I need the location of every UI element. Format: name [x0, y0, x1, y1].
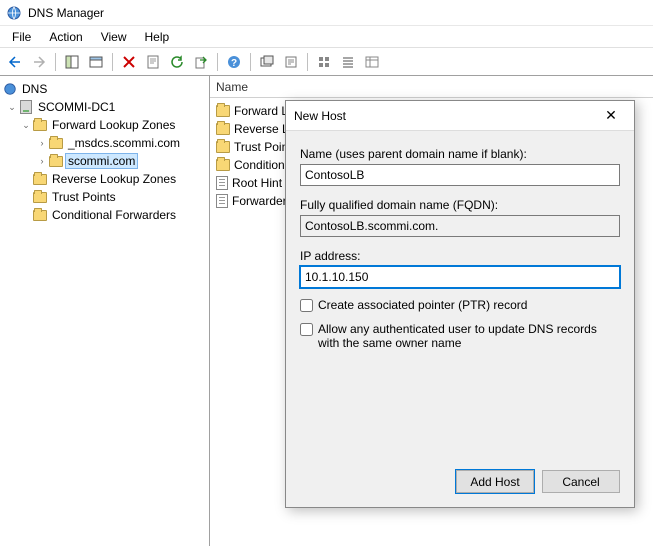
tree-label: Trust Points — [50, 190, 118, 204]
expand-toggle-icon[interactable]: ⌄ — [20, 120, 32, 131]
expand-toggle-icon[interactable]: › — [36, 138, 48, 148]
toolbar-delete[interactable] — [118, 51, 140, 73]
folder-icon — [216, 159, 230, 171]
titlebar: DNS Manager — [0, 0, 653, 26]
toolbar-list[interactable] — [337, 51, 359, 73]
tree-label: Conditional Forwarders — [50, 208, 178, 222]
tree-reverse-zones[interactable]: Reverse Lookup Zones — [2, 170, 207, 188]
tree-zone-msdcs[interactable]: › _msdcs.scommi.com — [2, 134, 207, 152]
toolbar-large-icons[interactable] — [313, 51, 335, 73]
add-host-button[interactable]: Add Host — [456, 470, 534, 493]
name-label: Name (uses parent domain name if blank): — [300, 147, 620, 161]
folder-icon — [48, 135, 64, 151]
tree-label: SCOMMI-DC1 — [36, 100, 117, 114]
menu-help[interactable]: Help — [137, 28, 178, 46]
fqdn-input — [300, 215, 620, 237]
dialog-title: New Host — [294, 109, 346, 123]
dns-app-icon — [6, 5, 22, 21]
name-input[interactable] — [300, 164, 620, 186]
folder-icon — [48, 153, 64, 169]
menubar: File Action View Help — [0, 26, 653, 48]
folder-icon — [216, 141, 230, 153]
tree-label: Reverse Lookup Zones — [50, 172, 178, 186]
toolbar-help[interactable]: ? — [223, 51, 245, 73]
tree-label: _msdcs.scommi.com — [66, 136, 182, 150]
new-host-dialog: New Host ✕ Name (uses parent domain name… — [285, 100, 635, 508]
cancel-button[interactable]: Cancel — [542, 470, 620, 493]
svg-text:?: ? — [231, 58, 237, 69]
toolbar-new-window[interactable] — [256, 51, 278, 73]
toolbar-properties-window[interactable] — [85, 51, 107, 73]
toolbar-export[interactable] — [190, 51, 212, 73]
list-column-name[interactable]: Name — [210, 76, 653, 98]
page-icon — [216, 194, 228, 208]
toolbar-back[interactable] — [4, 51, 26, 73]
expand-toggle-icon[interactable]: › — [36, 156, 48, 166]
menu-file[interactable]: File — [4, 28, 39, 46]
tree-conditional-forwarders[interactable]: Conditional Forwarders — [2, 206, 207, 224]
dns-icon — [2, 81, 18, 97]
toolbar-properties[interactable] — [142, 51, 164, 73]
allow-update-checkbox[interactable] — [300, 323, 313, 336]
ip-input[interactable] — [300, 266, 620, 288]
tree-root-dns[interactable]: DNS — [2, 80, 207, 98]
ptr-checkbox-label[interactable]: Create associated pointer (PTR) record — [318, 298, 527, 312]
folder-icon — [32, 117, 48, 133]
tree-pane: DNS ⌄ SCOMMI-DC1 ⌄ Forward Lookup Zones … — [0, 76, 210, 546]
toolbar: ? — [0, 48, 653, 76]
allow-update-checkbox-label[interactable]: Allow any authenticated user to update D… — [318, 322, 620, 350]
dialog-titlebar: New Host ✕ — [286, 101, 634, 131]
tree-forward-zones[interactable]: ⌄ Forward Lookup Zones — [2, 116, 207, 134]
expand-toggle-icon[interactable]: ⌄ — [6, 102, 18, 113]
close-button[interactable]: ✕ — [596, 105, 626, 127]
toolbar-show-hide-tree[interactable] — [61, 51, 83, 73]
menu-action[interactable]: Action — [41, 28, 90, 46]
tree-server[interactable]: ⌄ SCOMMI-DC1 — [2, 98, 207, 116]
close-icon: ✕ — [605, 107, 617, 124]
tree-zone-scommi[interactable]: › scommi.com — [2, 152, 207, 170]
server-icon — [18, 99, 34, 115]
toolbar-refresh[interactable] — [166, 51, 188, 73]
tree-trust-points[interactable]: Trust Points — [2, 188, 207, 206]
folder-icon — [216, 105, 230, 117]
window-title: DNS Manager — [28, 6, 104, 20]
tree-label: DNS — [20, 82, 49, 96]
tree-label: Forward Lookup Zones — [50, 118, 177, 132]
toolbar-filter[interactable] — [280, 51, 302, 73]
fqdn-label: Fully qualified domain name (FQDN): — [300, 198, 620, 212]
folder-icon — [32, 189, 48, 205]
ptr-checkbox[interactable] — [300, 299, 313, 312]
folder-icon — [32, 207, 48, 223]
toolbar-detail[interactable] — [361, 51, 383, 73]
folder-icon — [32, 171, 48, 187]
page-icon — [216, 176, 228, 190]
menu-view[interactable]: View — [93, 28, 135, 46]
ip-label: IP address: — [300, 249, 620, 263]
tree-label: scommi.com — [66, 154, 137, 168]
toolbar-forward[interactable] — [28, 51, 50, 73]
folder-icon — [216, 123, 230, 135]
